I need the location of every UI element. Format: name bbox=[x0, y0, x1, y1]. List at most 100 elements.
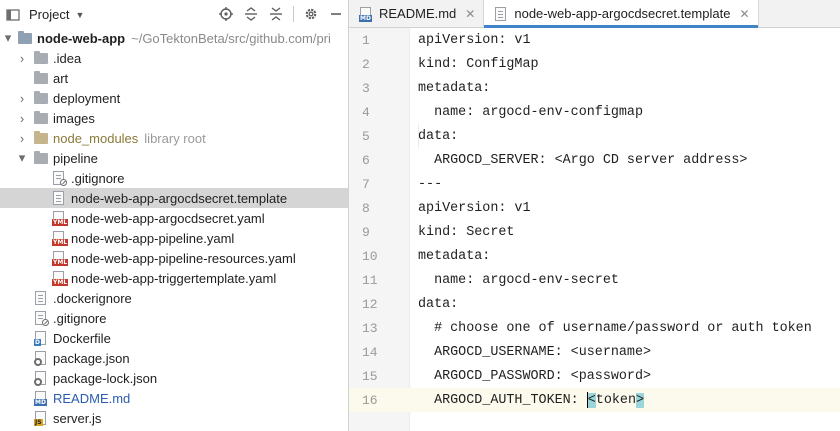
tree-item-server-js[interactable]: JS server.js bbox=[0, 408, 348, 428]
dockerfile-icon: D bbox=[34, 331, 48, 346]
bracket-match-close: > bbox=[635, 392, 645, 408]
tree-item-gitignore[interactable]: .gitignore bbox=[0, 308, 348, 328]
tree-item-dockerfile[interactable]: D Dockerfile bbox=[0, 328, 348, 348]
tree-item-art[interactable]: art bbox=[0, 68, 348, 88]
text-file-icon bbox=[52, 191, 66, 205]
project-panel-header: Project ▼ bbox=[0, 0, 348, 29]
project-tree: ▾ node-web-app ~/GoTektonBeta/src/github… bbox=[0, 28, 348, 428]
view-dropdown-icon[interactable]: ▼ bbox=[75, 10, 84, 20]
code-line[interactable]: 12 data: bbox=[349, 292, 840, 316]
expand-all-icon[interactable] bbox=[243, 4, 259, 24]
close-icon[interactable]: ✕ bbox=[739, 7, 749, 21]
tree-item-label: images bbox=[53, 110, 95, 126]
line-number: 6 bbox=[362, 152, 370, 168]
code-line[interactable]: 8 apiVersion: v1 bbox=[349, 196, 840, 220]
code-line[interactable]: 5 data: bbox=[349, 124, 840, 148]
tab-argocdsecret-template[interactable]: node-web-app-argocdsecret.template ✕ bbox=[484, 0, 759, 28]
code-text: name: argocd-env-configmap bbox=[418, 104, 643, 120]
line-number: 8 bbox=[362, 200, 370, 216]
current-code-line[interactable]: 16 ARGOCD_AUTH_TOKEN: < token > bbox=[349, 388, 840, 412]
locate-icon[interactable] bbox=[218, 4, 234, 24]
settings-icon[interactable] bbox=[303, 4, 319, 24]
tree-item-dockerignore[interactable]: .dockerignore bbox=[0, 288, 348, 308]
code-line[interactable]: 13 # choose one of username/password or … bbox=[349, 316, 840, 340]
folder-icon bbox=[34, 71, 48, 85]
line-number: 15 bbox=[362, 368, 378, 384]
tree-item-label: .gitignore bbox=[71, 170, 125, 186]
code-line[interactable]: 4 name: argocd-env-configmap bbox=[349, 100, 840, 124]
hide-icon[interactable] bbox=[328, 4, 344, 24]
line-number: 11 bbox=[362, 272, 378, 288]
code-line[interactable]: 1 apiVersion: v1 bbox=[349, 28, 840, 52]
tree-item-argocdsecret-template[interactable]: node-web-app-argocdsecret.template bbox=[0, 188, 348, 208]
tree-item-label: package.json bbox=[53, 350, 130, 366]
tree-item-readme[interactable]: MD README.md bbox=[0, 388, 348, 408]
code-text: kind: ConfigMap bbox=[418, 56, 539, 72]
tree-root-row[interactable]: ▾ node-web-app ~/GoTektonBeta/src/github… bbox=[0, 28, 348, 48]
chevron-right-icon[interactable]: › bbox=[16, 51, 28, 66]
code-line[interactable]: 10 metadata: bbox=[349, 244, 840, 268]
line-number: 4 bbox=[362, 104, 370, 120]
tree-item-package-lock-json[interactable]: package-lock.json bbox=[0, 368, 348, 388]
toolbar-divider bbox=[293, 6, 294, 22]
tree-item-idea[interactable]: › .idea bbox=[0, 48, 348, 68]
folder-icon bbox=[34, 151, 48, 165]
tree-item-label: deployment bbox=[53, 90, 121, 106]
tree-item-label: node-web-app-argocdsecret.yaml bbox=[71, 210, 265, 226]
chevron-down-icon[interactable]: ▾ bbox=[16, 150, 28, 166]
code-line[interactable]: 11 name: argocd-env-secret bbox=[349, 268, 840, 292]
tree-item-node-modules[interactable]: › node_modules library root bbox=[0, 128, 348, 148]
excluded-folder-icon bbox=[34, 131, 48, 145]
tree-item-label: pipeline bbox=[53, 150, 98, 166]
bracket-match-open: < bbox=[587, 392, 596, 408]
project-name: node-web-app bbox=[37, 30, 126, 46]
tree-item-label: .dockerignore bbox=[53, 290, 132, 306]
line-number: 5 bbox=[362, 128, 370, 144]
line-number: 16 bbox=[349, 388, 410, 412]
tree-item-label: node-web-app-triggertemplate.yaml bbox=[71, 270, 277, 286]
tree-item-label: node-web-app-pipeline-resources.yaml bbox=[71, 250, 296, 266]
project-folder-icon bbox=[18, 31, 32, 45]
tree-item-pipeline-resources-yaml[interactable]: YML node-web-app-pipeline-resources.yaml bbox=[0, 248, 348, 268]
tree-item-pipeline[interactable]: ▾ pipeline bbox=[0, 148, 348, 168]
code-editor[interactable]: 1 apiVersion: v1 2 kind: ConfigMap 3 met… bbox=[349, 28, 840, 431]
chevron-right-icon[interactable]: › bbox=[16, 91, 28, 106]
collapse-all-icon[interactable] bbox=[268, 4, 284, 24]
tree-item-pipeline-yaml[interactable]: YML node-web-app-pipeline.yaml bbox=[0, 228, 348, 248]
javascript-file-icon: JS bbox=[34, 411, 48, 426]
tree-item-triggertemplate-yaml[interactable]: YML node-web-app-triggertemplate.yaml bbox=[0, 268, 348, 288]
code-line[interactable]: 2 kind: ConfigMap bbox=[349, 52, 840, 76]
code-line[interactable]: 15 ARGOCD_PASSWORD: <password> bbox=[349, 364, 840, 388]
panel-toolbar bbox=[218, 4, 344, 24]
code-text: ARGOCD_SERVER: <Argo CD server address> bbox=[418, 152, 748, 168]
project-panel-title[interactable]: Project bbox=[29, 7, 69, 22]
tree-item-deployment[interactable]: › deployment bbox=[0, 88, 348, 108]
tree-item-argocdsecret-yaml[interactable]: YML node-web-app-argocdsecret.yaml bbox=[0, 208, 348, 228]
tree-item-label: node-web-app-pipeline.yaml bbox=[71, 230, 235, 246]
code-line[interactable]: 14 ARGOCD_USERNAME: <username> bbox=[349, 340, 840, 364]
chevron-down-icon[interactable]: ▾ bbox=[2, 30, 14, 46]
code-text: ARGOCD_PASSWORD: <password> bbox=[418, 368, 652, 384]
yaml-file-icon: YML bbox=[52, 251, 69, 266]
folder-icon bbox=[34, 91, 48, 105]
tree-item-label: package-lock.json bbox=[53, 370, 158, 386]
chevron-right-icon[interactable]: › bbox=[16, 131, 28, 146]
code-line[interactable]: 3 metadata: bbox=[349, 76, 840, 100]
code-line[interactable]: 6 ARGOCD_SERVER: <Argo CD server address… bbox=[349, 148, 840, 172]
tree-item-pipeline-gitignore[interactable]: .gitignore bbox=[0, 168, 348, 188]
tree-item-images[interactable]: › images bbox=[0, 108, 348, 128]
tree-item-label: .gitignore bbox=[53, 310, 107, 326]
line-number: 1 bbox=[362, 32, 370, 48]
tab-readme[interactable]: MD README.md ✕ bbox=[349, 0, 485, 27]
code-text: ARGOCD_USERNAME: <username> bbox=[418, 344, 652, 360]
tree-item-package-json[interactable]: package.json bbox=[0, 348, 348, 368]
code-line[interactable]: 9 kind: Secret bbox=[349, 220, 840, 244]
yaml-file-icon: YML bbox=[52, 271, 69, 286]
code-line[interactable]: 7 --- bbox=[349, 172, 840, 196]
close-icon[interactable]: ✕ bbox=[465, 7, 475, 21]
text-file-icon bbox=[34, 291, 48, 305]
text-file-icon bbox=[494, 6, 508, 21]
line-number: 3 bbox=[362, 80, 370, 96]
project-tool-window: Project ▼ ▾ node-web-app ~/GoTektonBeta/… bbox=[0, 0, 348, 431]
chevron-right-icon[interactable]: › bbox=[16, 111, 28, 126]
